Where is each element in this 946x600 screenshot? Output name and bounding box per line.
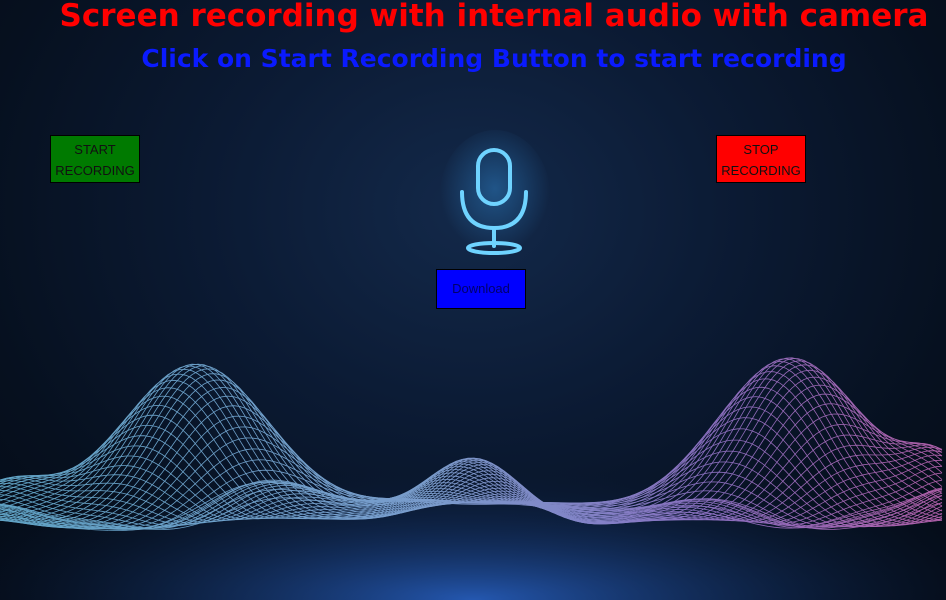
microphone-icon: [440, 130, 550, 260]
stop-recording-label-line2: RECORDING: [721, 163, 801, 178]
page-subtitle: Click on Start Recording Button to start…: [141, 44, 847, 73]
stop-recording-label-line1: STOP: [743, 142, 779, 157]
page-title: Screen recording with internal audio wit…: [59, 0, 929, 34]
start-recording-label-line2: RECORDING: [55, 163, 135, 178]
start-recording-button[interactable]: START RECORDING: [50, 135, 140, 183]
download-button[interactable]: Download: [436, 269, 526, 309]
start-recording-label-line1: START: [74, 142, 116, 157]
stop-recording-button[interactable]: STOP RECORDING: [716, 135, 806, 183]
